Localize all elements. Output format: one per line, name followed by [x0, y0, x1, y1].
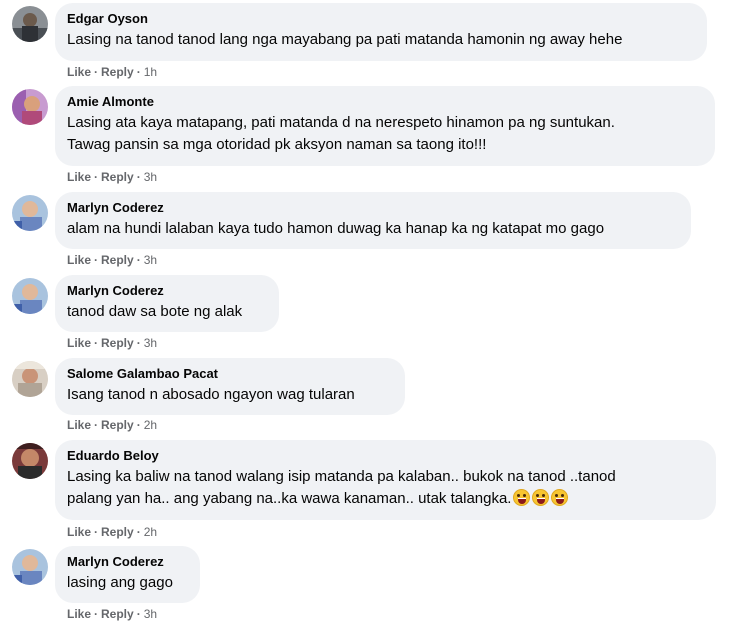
separator: · [94, 170, 99, 184]
comment-author[interactable]: Amie Almonte [67, 93, 703, 110]
separator: · [136, 607, 141, 621]
comment-timestamp[interactable]: 3h [144, 253, 157, 267]
like-button[interactable]: Like [67, 170, 91, 184]
comment-actions: Like · Reply · 3h [67, 169, 157, 185]
comment-text: Lasing ata kaya matapang, pati matanda d… [67, 114, 615, 153]
comment-author[interactable]: Edgar Oyson [67, 10, 695, 27]
comment-author[interactable]: Salome Galambao Pacat [67, 365, 393, 382]
like-button[interactable]: Like [67, 607, 91, 621]
reply-button[interactable]: Reply [101, 253, 134, 267]
like-button[interactable]: Like [67, 65, 91, 79]
comment-timestamp[interactable]: 2h [144, 418, 157, 432]
separator: · [94, 336, 99, 350]
comment-text: alam na hundi lalaban kaya tudo hamon du… [67, 220, 605, 237]
avatar[interactable] [12, 195, 48, 231]
crazy-face-icon [551, 489, 569, 506]
separator: · [94, 253, 99, 267]
comment-bubble: Eduardo Beloy Lasing ka baliw na tanod w… [55, 440, 716, 520]
comment-actions: Like · Reply · 2h [67, 417, 157, 433]
comment-actions: Like · Reply · 3h [67, 606, 157, 622]
reply-button[interactable]: Reply [101, 607, 134, 621]
avatar[interactable] [12, 549, 48, 585]
comment-author[interactable]: Marlyn Coderez [67, 282, 267, 299]
comment-timestamp[interactable]: 3h [144, 607, 157, 621]
separator: · [136, 418, 141, 432]
comment-author[interactable]: Marlyn Coderez [67, 199, 679, 216]
comment-bubble: Marlyn Coderez tanod daw sa bote ng alak [55, 275, 279, 332]
reply-button[interactable]: Reply [101, 336, 134, 350]
avatar[interactable] [12, 443, 48, 479]
separator: · [94, 607, 99, 621]
separator: · [94, 418, 99, 432]
crazy-face-icon [513, 489, 531, 506]
comment-author[interactable]: Eduardo Beloy [67, 447, 704, 464]
like-button[interactable]: Like [67, 418, 91, 432]
crazy-face-icon [532, 489, 550, 506]
reply-button[interactable]: Reply [101, 170, 134, 184]
comment-actions: Like · Reply · 3h [67, 252, 157, 268]
comment-text: Isang tanod n abosado ngayon wag tularan [67, 386, 355, 403]
comment-timestamp[interactable]: 3h [144, 170, 157, 184]
comment-actions: Like · Reply · 2h [67, 524, 157, 540]
comment-timestamp[interactable]: 1h [144, 65, 157, 79]
comment-text: Lasing na tanod tanod lang nga mayabang … [67, 31, 623, 48]
comment-bubble: Marlyn Coderez alam na hundi lalaban kay… [55, 192, 691, 249]
comment-timestamp[interactable]: 2h [144, 525, 157, 539]
separator: · [136, 525, 141, 539]
separator: · [136, 336, 141, 350]
like-button[interactable]: Like [67, 336, 91, 350]
avatar[interactable] [12, 278, 48, 314]
comment-text: tanod daw sa bote ng alak [67, 303, 243, 320]
separator: · [136, 65, 141, 79]
avatar[interactable] [12, 89, 48, 125]
separator: · [94, 65, 99, 79]
avatar[interactable] [12, 6, 48, 42]
comment-bubble: Edgar Oyson Lasing na tanod tanod lang n… [55, 3, 707, 61]
like-button[interactable]: Like [67, 253, 91, 267]
like-button[interactable]: Like [67, 525, 91, 539]
comment-actions: Like · Reply · 3h [67, 335, 157, 351]
reply-button[interactable]: Reply [101, 65, 134, 79]
separator: · [136, 170, 141, 184]
comment-actions: Like · Reply · 1h [67, 64, 157, 80]
avatar[interactable] [12, 361, 48, 397]
comment-bubble: Salome Galambao Pacat Isang tanod n abos… [55, 358, 405, 415]
reply-button[interactable]: Reply [101, 525, 134, 539]
separator: · [136, 253, 141, 267]
reply-button[interactable]: Reply [101, 418, 134, 432]
comment-text: Lasing ka baliw na tanod walang isip mat… [67, 466, 704, 510]
comment-bubble: Marlyn Coderez lasing ang gago [55, 546, 200, 603]
comment-text: lasing ang gago [67, 574, 173, 591]
comment-timestamp[interactable]: 3h [144, 336, 157, 350]
separator: · [94, 525, 99, 539]
comment-bubble: Amie Almonte Lasing ata kaya matapang, p… [55, 86, 715, 166]
comment-author[interactable]: Marlyn Coderez [67, 553, 188, 570]
